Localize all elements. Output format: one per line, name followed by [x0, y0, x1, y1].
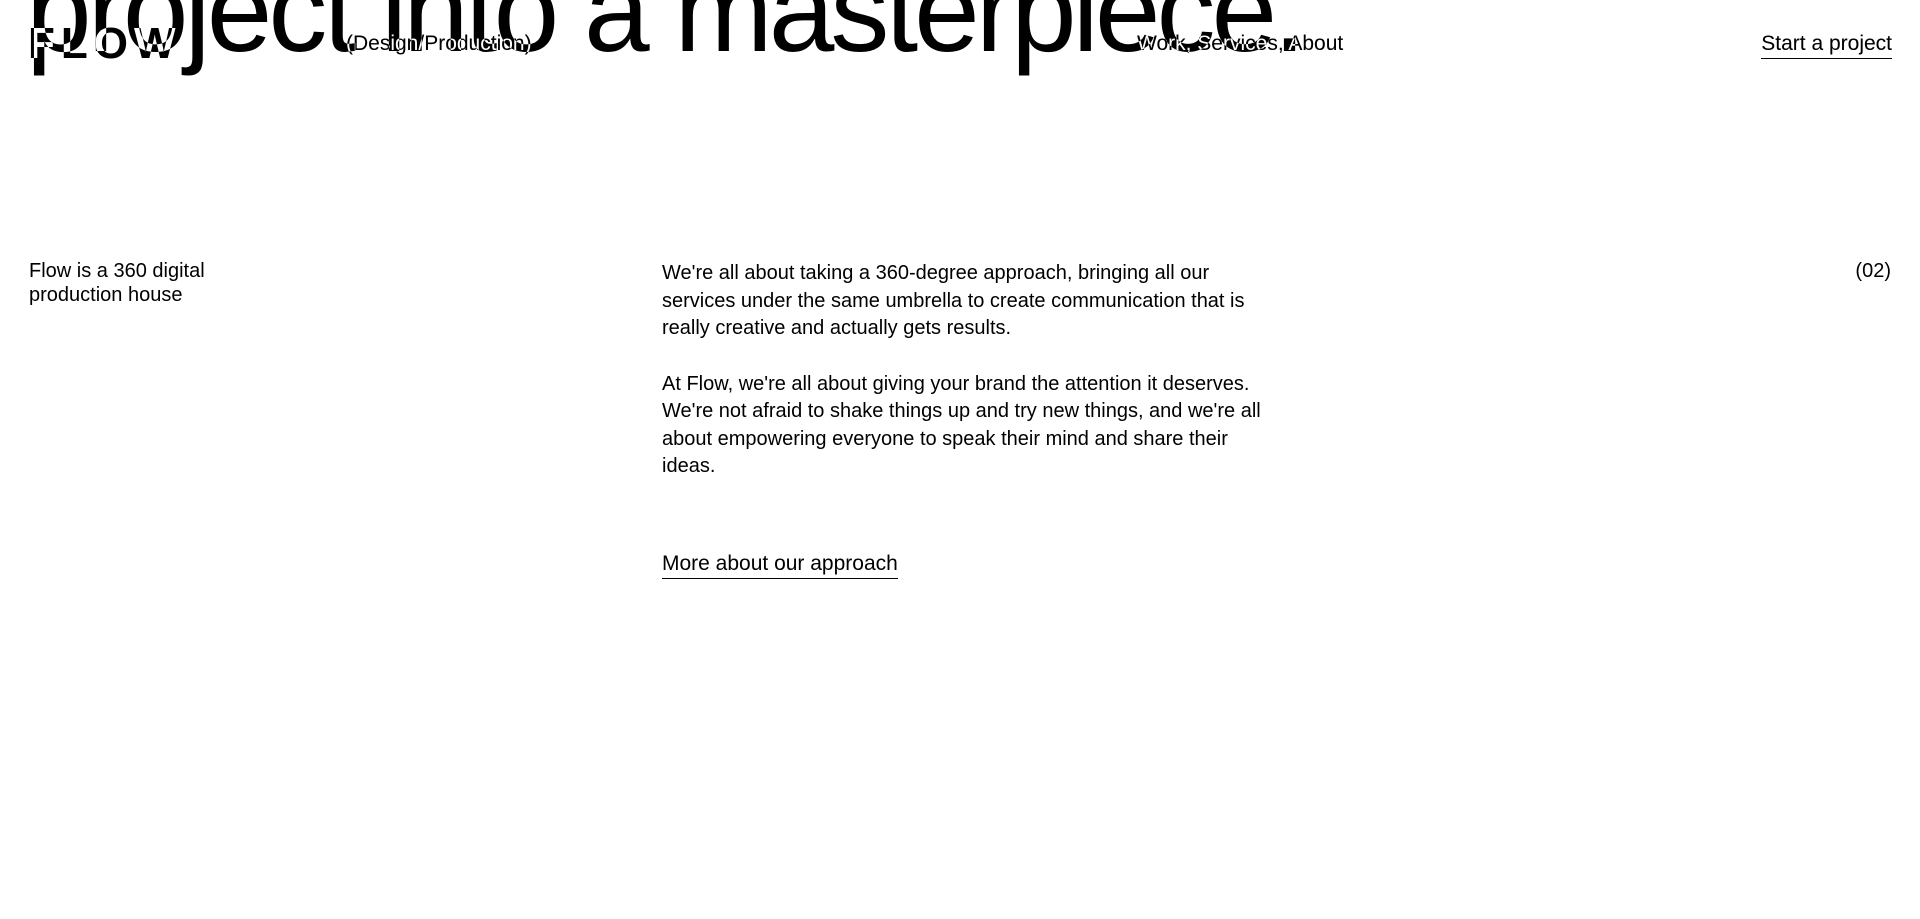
approach-paragraph: At Flow, we're all about giving your bra… [662, 372, 1261, 478]
more-about-approach-link[interactable]: More about our approach [662, 551, 898, 579]
tagline: (Design/Production) [346, 32, 532, 55]
nav-link-services[interactable]: Services [1197, 32, 1278, 55]
nav-separator: , [1185, 32, 1198, 55]
page: project into a masterpiece. FLOW (Design… [0, 0, 1920, 919]
nav-link-about[interactable]: About [1288, 32, 1343, 55]
nav-link-work[interactable]: Work [1137, 32, 1186, 55]
start-project-link[interactable]: Start a project [1761, 33, 1892, 59]
section-number: (02) [1855, 260, 1891, 282]
approach-paragraph: We're all about taking a 360-degree appr… [662, 262, 1245, 339]
intro-label: Flow is a 360 digital production house [29, 260, 205, 306]
logo[interactable]: FLOW [28, 22, 182, 66]
nav-separator: , [1277, 32, 1289, 55]
approach-section: We're all about taking a 360-degree appr… [662, 260, 1282, 579]
main-nav: Work, Services, About [1137, 33, 1343, 54]
site-header: FLOW (Design/Production) Work, Services,… [0, 0, 1920, 92]
